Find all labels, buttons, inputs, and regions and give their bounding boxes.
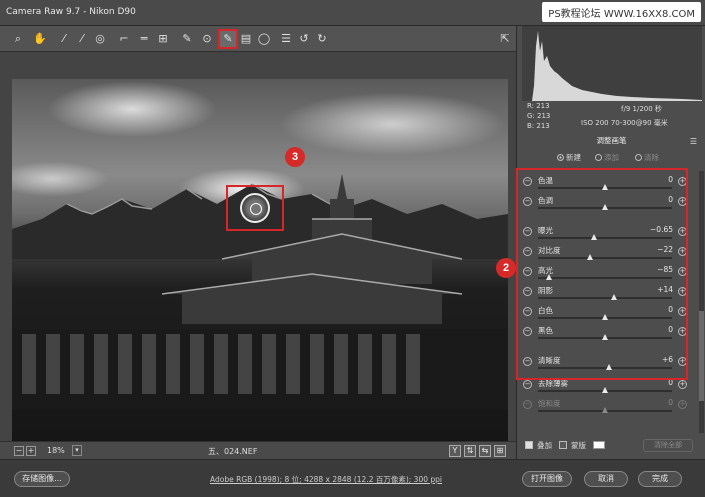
brush-mode-group: 新建 添加 清除 [557,152,697,164]
photo-preview[interactable] [12,79,508,462]
overlay-label: 叠加 [537,441,552,450]
temple-silhouette [12,174,508,409]
swap-settings-icon[interactable]: ⇅ [464,445,476,457]
window-title: Camera Raw 9.7 - Nikon D90 [6,7,136,17]
workflow-options-link[interactable]: Adobe RGB (1998); 8 位; 4288 x 2848 (12.2… [210,474,442,485]
mask-label: 蒙版 [571,441,586,450]
red-eye-tool-icon[interactable]: ⊙ [199,31,215,47]
slider-label: 饱和度 [538,399,561,408]
sliders-highlight [516,168,688,380]
annotation-badge-3: 3 [285,147,305,167]
title-bar: Camera Raw 9.7 - Nikon D90 PS教程论坛 WWW.16… [0,0,705,26]
zoom-dropdown[interactable]: ▾ [72,445,82,456]
histogram [522,26,702,101]
adjustment-brush-cursor-icon[interactable] [240,193,270,223]
open-image-button[interactable]: 打开图像 [522,471,572,487]
mode-clear[interactable]: 清除 [635,152,659,163]
before-after-y-icon[interactable]: Y [449,445,461,457]
transform-tool-icon[interactable]: ⊞ [155,31,171,47]
footer-bar: 存储图像... Adobe RGB (1998); 8 位; 4288 x 28… [0,459,705,497]
toolbar: ⇱ ⌕ ✋ ⁄ ⁄ ◎ ⌐ ═ ⊞ ✎ ⊙ ✎ ▤ ◯ ☰ ↺ ↻ [0,26,516,52]
panel-scrollbar[interactable] [699,171,704,433]
slider-thumb[interactable] [602,387,608,393]
mode-clear-label: 清除 [644,153,659,162]
exif-aperture-shutter: f/9 1/200 秒 [621,105,662,113]
radio-clear-icon[interactable] [635,154,642,161]
done-button[interactable]: 完成 [638,471,682,487]
white-balance-tool-icon[interactable]: ⁄ [56,31,72,47]
status-bar: − + 18% ▾ 五、024.NEF Y ⇅ ⇆ ⊞ [0,441,516,459]
straighten-tool-icon[interactable]: ═ [136,31,152,47]
hand-tool-icon[interactable]: ✋ [32,31,48,47]
spot-removal-tool-icon[interactable]: ✎ [179,31,195,47]
rgb-readout-r: R: 213 [527,102,550,110]
preferences-tool-icon[interactable]: ☰ [278,31,294,47]
cancel-button[interactable]: 取消 [584,471,628,487]
image-canvas[interactable]: 3 [0,52,516,462]
radio-add-icon[interactable] [595,154,602,161]
file-name: 五、024.NEF [208,447,258,456]
mode-new-label: 新建 [566,153,581,162]
decrease-icon[interactable]: − [523,380,532,389]
rgb-readout-b: B: 213 [527,122,550,130]
mask-checkbox[interactable] [559,441,567,449]
slider-thumb[interactable] [602,407,608,413]
brush-cursor-highlight [226,185,284,231]
annotation-badge-2: 2 [496,258,516,278]
scrollbar-thumb[interactable] [699,311,704,401]
slider-value[interactable]: 0 [627,398,673,407]
crop-tool-icon[interactable]: ⌐ [116,31,132,47]
zoom-level: 18% [47,446,65,455]
mode-add-label: 添加 [604,153,619,162]
decrease-icon[interactable]: − [523,400,532,409]
radio-new-icon[interactable] [557,154,564,161]
overlay-checkbox[interactable] [525,441,533,449]
zoom-out-icon[interactable]: − [14,446,24,456]
panel-menu-icon[interactable]: ☰ [690,137,697,146]
adjustment-brush-tool-icon[interactable]: ✎ [218,29,238,49]
fullscreen-toggle-icon[interactable]: ⇱ [497,31,513,47]
save-image-button[interactable]: 存储图像... [14,471,70,487]
mode-add[interactable]: 添加 [595,152,619,163]
zoom-in-icon[interactable]: + [26,446,36,456]
clear-all-button[interactable]: 清除全部 [643,439,693,452]
radial-filter-tool-icon[interactable]: ◯ [256,31,272,47]
watermark-logo: PS教程论坛 WWW.16XX8.COM [542,2,701,22]
color-sampler-tool-icon[interactable]: ⁄ [74,31,90,47]
rotate-right-tool-icon[interactable]: ↻ [314,31,330,47]
zoom-tool-icon[interactable]: ⌕ [10,31,26,47]
graduated-filter-tool-icon[interactable]: ▤ [238,31,254,47]
rotate-left-tool-icon[interactable]: ↺ [296,31,312,47]
targeted-adjustment-tool-icon[interactable]: ◎ [92,31,108,47]
slider-row: − 去除薄雾 0 + [517,377,705,397]
copy-settings-icon[interactable]: ⇆ [479,445,491,457]
increase-icon[interactable]: + [678,380,687,389]
toggle-view-icon[interactable]: ⊞ [494,445,506,457]
panel-bottom-bar: 叠加 蒙版 清除全部 [517,437,705,455]
mask-color-swatch[interactable] [593,441,605,449]
panel-title: 调整画笔 [596,136,627,145]
slider-row: − 饱和度 0 + [517,397,705,417]
mode-new[interactable]: 新建 [557,152,581,163]
increase-icon[interactable]: + [678,400,687,409]
rgb-readout-g: G: 213 [527,112,551,120]
exif-iso-lens: ISO 200 70-300@90 毫米 [581,119,668,127]
